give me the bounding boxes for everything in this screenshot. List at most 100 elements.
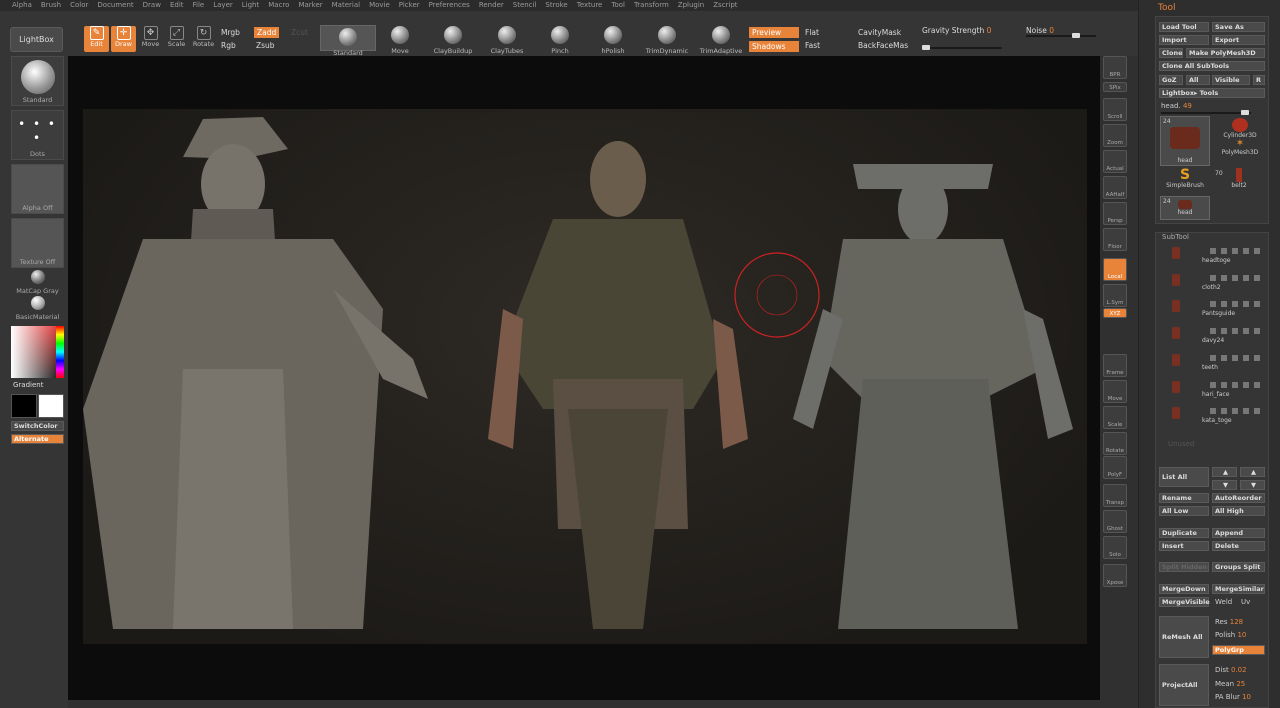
duplicate-button[interactable]: Duplicate [1159,528,1209,538]
scale-button[interactable]: ⤢ Scale [164,26,189,52]
uv-button[interactable]: Uv [1241,598,1250,606]
shelf-xpose-button[interactable]: Xpose [1103,564,1127,587]
menu-file[interactable]: File [193,0,205,11]
shelf-ghost-button[interactable]: Ghost [1103,510,1127,533]
cylinder3d-icon[interactable] [1232,118,1248,132]
menu-picker[interactable]: Picker [399,0,420,11]
weld-button[interactable]: Weld [1215,598,1232,606]
shelf-persp-button[interactable]: Persp [1103,202,1127,225]
alpha-thumbnail[interactable]: Alpha Off [11,164,64,214]
tool-thumb-belt2[interactable]: 70 belt2 [1213,168,1265,194]
backfacemask-button[interactable]: BackFaceMas [858,41,908,50]
goz-all-button[interactable]: All [1186,75,1210,85]
brush-move[interactable]: Move [372,24,428,55]
gravity-slider-track[interactable] [922,45,1002,50]
shelf-bpr-button[interactable]: BPR [1103,56,1127,79]
stroke-thumbnail[interactable]: • • • • Dots [11,110,64,160]
move-down-button[interactable]: ▼ [1212,480,1237,490]
menu-alpha[interactable]: Alpha [12,0,32,11]
lightbox-button[interactable]: LightBox [10,27,63,52]
menu-edit[interactable]: Edit [170,0,184,11]
alternate-button[interactable]: Alternate [11,434,64,444]
brush-standard[interactable]: Standard [320,25,376,57]
delete-button[interactable]: Delete [1212,541,1265,551]
rotate-button[interactable]: ↻ Rotate [191,26,216,52]
shelf-actual-button[interactable]: Actual [1103,150,1127,173]
rgb-button[interactable]: Rgb [221,41,236,50]
pa-blur-slider[interactable]: PA Blur 10 [1215,693,1251,701]
import-button[interactable]: Import [1159,35,1209,45]
all-high-button[interactable]: All High [1212,506,1265,516]
make-polymesh3d-button[interactable]: Make PolyMesh3D [1186,48,1265,58]
subtool-item[interactable]: headtoge [1162,245,1262,267]
menu-tool[interactable]: Tool [611,0,625,11]
flat-button[interactable]: Flat [805,28,819,37]
brush-pinch[interactable]: Pinch [532,24,588,55]
visibility-toggle-icons[interactable] [1210,301,1260,308]
lightbox-tools-button[interactable]: Lightbox▸ Tools [1159,88,1265,98]
brush-claytubes[interactable]: ClayTubes [479,24,535,55]
mergesimilar-button[interactable]: MergeSimilar [1212,584,1265,594]
list-all-button[interactable]: List All [1159,467,1209,487]
shadows-button[interactable]: Shadows [749,41,799,52]
shelf-solo-button[interactable]: Solo [1103,536,1127,559]
texture-thumbnail[interactable]: Texture Off [11,218,64,268]
zcut-button[interactable]: Zcut [291,28,308,37]
mergevisible-button[interactable]: MergeVisible [1159,597,1210,607]
subtool-item[interactable]: davy24 [1162,325,1262,347]
noise-slider-track[interactable] [1026,33,1096,38]
menu-render[interactable]: Render [479,0,504,11]
all-low-button[interactable]: All Low [1159,506,1209,516]
shelf-spix-button[interactable]: SPix [1103,82,1127,92]
menu-macro[interactable]: Macro [268,0,289,11]
split-hidden-button[interactable]: Split Hidden [1159,562,1209,572]
visibility-toggle-icons[interactable] [1210,248,1260,254]
subtool-item[interactable]: hari_face [1162,379,1262,401]
rename-button[interactable]: Rename [1159,493,1209,503]
load-tool-button[interactable]: Load Tool [1159,22,1209,32]
move-up-button[interactable]: ▲ [1212,467,1237,477]
menu-zplugin[interactable]: Zplugin [678,0,704,11]
main-color-swatch[interactable] [11,394,37,418]
matcap-thumbnail[interactable]: MatCap Gray [11,270,64,296]
append-button[interactable]: Append [1212,528,1265,538]
subtool-item[interactable]: Pantsguide [1162,298,1262,320]
shelf-lsym-button[interactable]: L.Sym [1103,284,1127,307]
menu-texture[interactable]: Texture [577,0,603,11]
shelf-scroll-button[interactable]: Scroll [1103,98,1127,121]
cavitymask-button[interactable]: CavityMask [858,28,901,37]
menu-preferences[interactable]: Preferences [429,0,470,11]
export-button[interactable]: Export [1212,35,1265,45]
menu-brush[interactable]: Brush [41,0,61,11]
autoreorder-button[interactable]: AutoReorder [1212,493,1265,503]
visibility-toggle-icons[interactable] [1210,354,1260,361]
menu-marker[interactable]: Marker [298,0,322,11]
brush-thumbnail[interactable]: Standard [11,56,64,106]
menu-light[interactable]: Light [242,0,259,11]
shelf-zoom-button[interactable]: Zoom [1103,124,1127,147]
menu-layer[interactable]: Layer [213,0,233,11]
tool-thumb-simplebrush[interactable]: S SimpleBrush [1160,168,1210,194]
projectall-button[interactable]: ProjectAll [1159,664,1209,706]
zadd-button[interactable]: Zadd [254,27,280,38]
noise-slider[interactable]: Noise 0 [1026,26,1054,35]
shelf-polyf-button[interactable]: PolyF [1103,456,1127,479]
save-as-button[interactable]: Save As [1212,22,1265,32]
subtool-item[interactable]: cloth2 [1162,272,1262,294]
visibility-toggle-icons[interactable] [1210,328,1260,335]
tool-slider[interactable] [1161,110,1251,115]
switchcolor-button[interactable]: SwitchColor [11,421,64,431]
visibility-toggle-icons[interactable] [1210,274,1260,281]
dist-slider[interactable]: Dist 0.02 [1215,666,1247,674]
fast-button[interactable]: Fast [805,41,820,50]
menu-color[interactable]: Color [70,0,88,11]
document-canvas[interactable] [83,109,1087,644]
shelf-frame-button[interactable]: Frame [1103,354,1127,377]
brush-claybuildup[interactable]: ClayBuildup [425,24,481,55]
tool-thumb-head[interactable]: 24 head [1160,116,1210,166]
move-top-button[interactable]: ▲ [1240,467,1265,477]
res-slider[interactable]: Res 128 [1215,618,1243,626]
menu-zscript[interactable]: Zscript [713,0,737,11]
shelf-transp-button[interactable]: Transp [1103,484,1127,507]
brush-trimadaptive[interactable]: TrimAdaptive [693,24,749,55]
